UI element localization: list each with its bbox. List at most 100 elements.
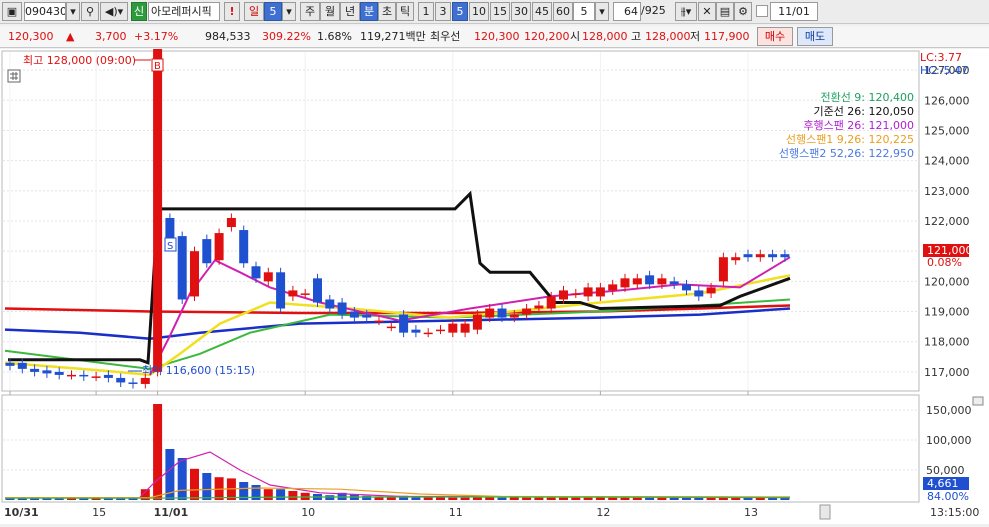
- candle-body: [608, 284, 618, 291]
- volume-bar: [460, 497, 470, 500]
- period-minute-button[interactable]: 분: [360, 2, 378, 21]
- window-icon[interactable]: ▣: [2, 2, 22, 21]
- x-axis-label: 10: [301, 506, 315, 519]
- candle-type-icon[interactable]: ⫵▾: [675, 2, 697, 21]
- volume-panel-menu-icon[interactable]: [972, 396, 984, 406]
- speaker-icon[interactable]: ◀)▾: [100, 2, 128, 21]
- interval-input[interactable]: 5: [573, 2, 595, 21]
- candle-body: [657, 278, 667, 285]
- up-arrow-icon: ▲: [66, 30, 75, 43]
- interval-button-60[interactable]: 60: [553, 2, 573, 21]
- candle-body: [497, 308, 507, 318]
- volume-bar: [263, 489, 273, 500]
- interval-button-30[interactable]: 30: [511, 2, 531, 21]
- interval-button-15[interactable]: 15: [490, 2, 510, 21]
- last-vol-pct: 84.00%: [927, 490, 969, 503]
- period-year-button[interactable]: 년: [340, 2, 360, 21]
- candle-body: [423, 332, 433, 335]
- candle-body: [349, 311, 359, 318]
- scroll-left-button[interactable]: [819, 504, 831, 520]
- candle-body: [177, 236, 187, 300]
- candle-body: [226, 217, 236, 228]
- candle-body: [645, 275, 655, 285]
- volume-bar: [497, 497, 507, 500]
- search-icon[interactable]: ⚲: [81, 2, 99, 21]
- candle-body: [288, 290, 298, 297]
- candle-body: [42, 370, 52, 374]
- candle-body: [116, 377, 126, 383]
- candle-body: [485, 308, 495, 318]
- candle-body: [79, 374, 89, 377]
- price-chart[interactable]: 127,000126,000125,000124,000123,000122,0…: [0, 35, 989, 524]
- volume-bar: [202, 473, 212, 500]
- interval-button-45[interactable]: 45: [532, 2, 552, 21]
- stock-code-input[interactable]: 090430: [24, 2, 66, 21]
- b-badge-label: B: [154, 61, 161, 72]
- price-tick-label: 122,000: [924, 215, 970, 228]
- period-second-button[interactable]: 초: [378, 2, 396, 21]
- volume-bar: [448, 497, 458, 500]
- x-axis-label: 10/31: [4, 506, 39, 519]
- candle-body: [263, 272, 273, 282]
- best-ask: 120,300: [474, 30, 520, 43]
- period-tick-button[interactable]: 틱: [396, 2, 414, 21]
- candle-body: [694, 290, 704, 297]
- candle-body: [300, 293, 310, 295]
- grid-toggle-icon[interactable]: [7, 69, 21, 83]
- interval-button-1[interactable]: 1: [418, 2, 434, 21]
- code-dropdown-icon[interactable]: ▾: [66, 2, 80, 21]
- time-label: 13:15:00: [930, 506, 979, 519]
- save-icon[interactable]: ▤: [716, 2, 734, 21]
- volume-bar: [583, 497, 593, 500]
- candle-body: [374, 320, 384, 323]
- candle-body: [153, 39, 163, 372]
- volume-bar: [276, 489, 286, 500]
- sell-button[interactable]: 매도: [797, 27, 833, 46]
- x-axis-label: 13: [744, 506, 758, 519]
- x-axis-label: 12: [596, 506, 610, 519]
- candle-body: [522, 308, 532, 315]
- warning-button[interactable]: !: [224, 2, 240, 21]
- candle-body: [67, 374, 76, 377]
- interval-button-10[interactable]: 10: [469, 2, 489, 21]
- x-axis-label: 11/01: [154, 506, 189, 519]
- candle-body: [140, 377, 150, 384]
- turnover: 1.68%: [317, 30, 352, 43]
- draw-tool-icon[interactable]: ✕: [698, 2, 716, 21]
- last-pct: 0.08%: [927, 256, 962, 269]
- candle-body: [128, 382, 138, 384]
- period-dropdown-icon[interactable]: ▾: [282, 2, 296, 21]
- settings-gear-icon[interactable]: ⚙: [734, 2, 752, 21]
- volume-bar: [620, 497, 630, 500]
- period-num-field[interactable]: 5: [264, 2, 282, 21]
- buy-button[interactable]: 매수: [757, 27, 793, 46]
- date-checkbox[interactable]: [756, 5, 768, 17]
- price-tick-label: 124,000: [924, 155, 970, 168]
- s-badge-label: S: [167, 241, 173, 252]
- interval-dropdown-icon[interactable]: ▾: [595, 2, 609, 21]
- candle-body: [571, 293, 581, 295]
- high-label: 고: [631, 30, 642, 43]
- candle-body: [54, 371, 64, 375]
- low-note: 최저 116,600 (15:15): [142, 364, 255, 377]
- x-axis-label: 11: [449, 506, 463, 519]
- volume-bar: [300, 492, 310, 500]
- volume-bar: [153, 404, 163, 500]
- open-label: 시: [570, 30, 581, 43]
- stock-name-field[interactable]: 아모레퍼시픽: [148, 2, 220, 21]
- count-input[interactable]: 64: [613, 2, 641, 21]
- best-bid: 120,200: [524, 30, 570, 43]
- period-day-button[interactable]: 일: [244, 2, 264, 21]
- date-input[interactable]: 11/01: [770, 2, 818, 21]
- chart-area: 127,000 126,000 125,000 124,000 123,000 122,0…: [0, 35, 989, 524]
- open-price: 128,000: [582, 30, 628, 43]
- candle-body: [5, 362, 15, 366]
- indicator-legend-item: 선행스팬1 9,26: 120,225: [786, 133, 914, 146]
- volume-bar: [645, 497, 655, 500]
- high-price: 128,000: [645, 30, 691, 43]
- candle-body: [436, 329, 445, 332]
- interval-button-3[interactable]: 3: [435, 2, 451, 21]
- period-month-button[interactable]: 월: [320, 2, 340, 21]
- interval-button-5[interactable]: 5: [452, 2, 468, 21]
- period-week-button[interactable]: 주: [300, 2, 320, 21]
